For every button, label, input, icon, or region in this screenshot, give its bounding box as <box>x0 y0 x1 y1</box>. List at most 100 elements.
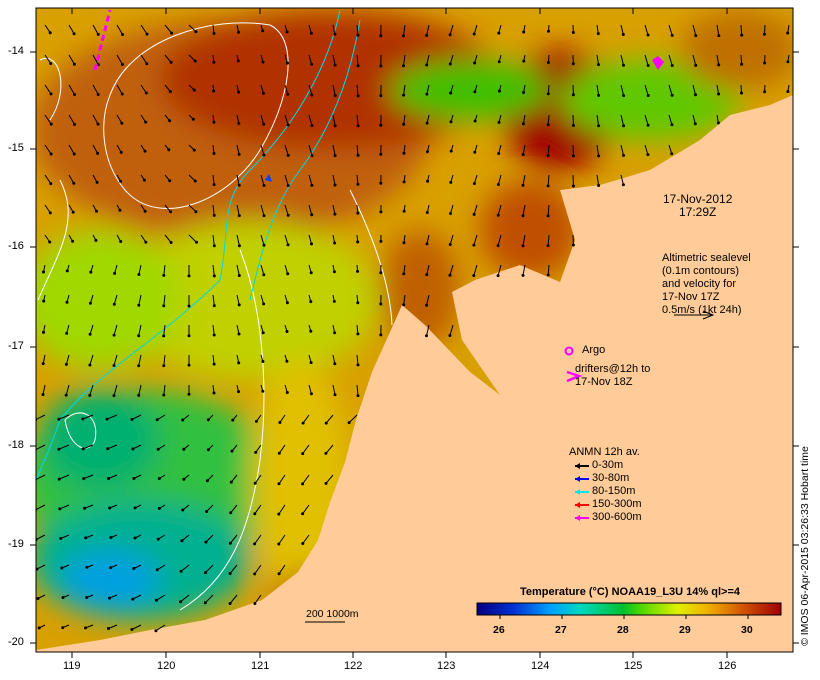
velocity-arrowhead <box>194 30 198 34</box>
velocity-arrowhead <box>49 122 53 126</box>
velocity-arrowhead <box>57 477 61 481</box>
velocity-arrowhead <box>167 148 171 152</box>
velocity-arrowhead <box>621 183 625 187</box>
velocity-arrowhead <box>96 151 100 155</box>
velocity-arrowhead <box>309 271 313 275</box>
velocity-arrowhead <box>571 154 575 158</box>
velocity-arrowhead <box>212 152 216 155</box>
velocity-arrowhead <box>286 123 290 127</box>
velocity-arrowhead <box>84 536 88 540</box>
velocity-arrowhead <box>133 536 137 540</box>
velocity-arrowhead <box>356 64 360 68</box>
velocity-arrowhead <box>472 243 476 247</box>
velocity-arrowhead <box>48 211 52 215</box>
velocity-arrowhead <box>301 512 305 516</box>
velocity-arrowhead <box>425 92 429 96</box>
anmn-item: 150-300m <box>592 498 642 510</box>
velocity-arrowhead <box>96 32 100 36</box>
velocity-arrowhead <box>119 179 123 183</box>
velocity-arrowhead <box>212 333 216 337</box>
velocity-arrowhead <box>496 213 500 217</box>
velocity-arrowhead <box>333 94 337 98</box>
velocity-arrowhead <box>88 363 92 367</box>
velocity-arrowhead <box>740 91 743 95</box>
velocity-arrowhead <box>157 507 161 510</box>
lat-tick-label: -20 <box>8 636 24 648</box>
velocity-arrowhead <box>109 566 113 570</box>
velocity-arrowhead <box>571 124 575 127</box>
velocity-arrowhead <box>237 303 241 307</box>
altimetry-line: 17-Nov 17Z <box>662 291 720 303</box>
velocity-arrowhead <box>521 183 525 187</box>
velocity-arrowhead <box>597 93 601 97</box>
velocity-arrowhead <box>143 209 147 213</box>
velocity-arrowhead <box>301 542 305 545</box>
velocity-arrowhead <box>212 274 216 278</box>
anmn-item: 300-600m <box>592 511 642 523</box>
velocity-arrowhead <box>333 32 337 36</box>
velocity-arrowhead <box>262 153 266 157</box>
velocity-arrowhead <box>622 63 625 67</box>
velocity-arrowhead <box>333 124 337 128</box>
velocity-arrowhead <box>88 393 92 397</box>
map-date: 17-Nov-2012 <box>663 192 733 206</box>
velocity-arrowhead <box>356 394 360 398</box>
bathymetry-label: 200 1000m <box>306 608 359 620</box>
velocity-arrowhead <box>277 512 281 516</box>
velocity-arrowhead <box>262 302 266 306</box>
velocity-arrowhead <box>72 32 76 36</box>
velocity-arrowhead <box>324 421 328 425</box>
velocity-arrowhead <box>154 598 158 602</box>
velocity-arrowhead <box>286 153 290 157</box>
velocity-arrowhead <box>286 92 290 96</box>
velocity-arrowhead <box>212 183 216 187</box>
velocity-arrowhead <box>112 333 116 337</box>
lon-tick-label: 126 <box>718 660 737 672</box>
velocity-arrowhead <box>155 568 159 572</box>
lon-tick-label: 119 <box>63 660 81 672</box>
velocity-arrowhead <box>231 418 235 422</box>
velocity-arrowhead <box>145 32 149 36</box>
velocity-arrowhead <box>192 88 196 92</box>
velocity-arrowhead <box>716 121 720 125</box>
colorbar-tick: 26 <box>493 624 505 636</box>
velocity-arrowhead <box>49 62 53 65</box>
velocity-arrowhead <box>379 34 383 38</box>
velocity-arrowhead <box>72 181 76 185</box>
velocity-arrowhead <box>203 601 207 605</box>
velocity-arrowhead <box>112 302 116 306</box>
velocity-arrowhead <box>597 63 600 67</box>
velocity-arrowhead <box>646 33 650 37</box>
velocity-arrowhead <box>621 33 625 36</box>
velocity-arrowhead <box>347 421 351 425</box>
velocity-arrowhead <box>309 300 313 304</box>
lon-tick-label: 120 <box>157 660 176 672</box>
velocity-arrowhead <box>237 30 241 34</box>
anmn-item: 0-30m <box>592 459 624 471</box>
velocity-arrowhead <box>670 152 674 156</box>
velocity-arrowhead <box>449 149 453 153</box>
velocity-arrowhead <box>426 179 430 183</box>
velocity-arrowhead <box>425 334 428 338</box>
velocity-arrowhead <box>253 512 257 516</box>
velocity-arrowhead <box>182 447 186 451</box>
velocity-arrowhead <box>204 571 207 575</box>
velocity-arrowhead <box>254 450 258 454</box>
velocity-arrowhead <box>333 154 337 158</box>
velocity-arrowhead <box>310 62 314 66</box>
velocity-arrowhead <box>229 480 233 484</box>
velocity-arrowhead <box>333 362 337 366</box>
velocity-arrowhead <box>571 31 575 34</box>
altimetry-line: 0.5m/s (1kt 24h) <box>662 304 742 316</box>
velocity-arrowhead <box>285 330 289 333</box>
velocity-arrowhead <box>137 273 141 276</box>
velocity-arrowhead <box>286 213 290 217</box>
velocity-arrowhead <box>277 482 281 486</box>
lat-tick-label: -15 <box>8 142 24 154</box>
lon-tick-label: 125 <box>624 660 643 672</box>
velocity-arrowhead <box>521 153 525 157</box>
velocity-arrowhead <box>740 62 744 66</box>
velocity-arrowhead <box>237 214 241 218</box>
velocity-arrowhead <box>472 212 476 216</box>
velocity-arrowhead <box>546 92 550 96</box>
